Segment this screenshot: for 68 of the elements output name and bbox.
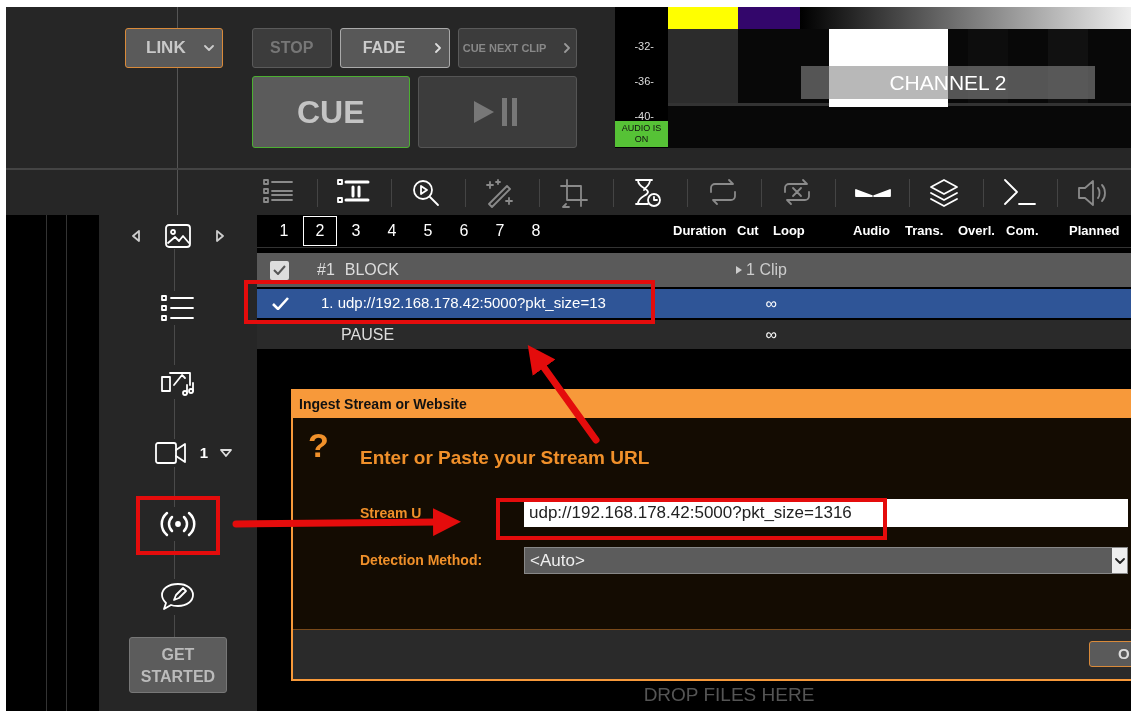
- block-row[interactable]: #1 BLOCK 1 Clip: [257, 253, 1131, 287]
- column-header: Planned: [1068, 222, 1121, 241]
- fade-button[interactable]: FADE: [339, 28, 450, 68]
- play-pause-button[interactable]: [417, 76, 577, 148]
- column-header: Overl.: [958, 222, 996, 241]
- playlist-row[interactable]: 1. udp://192.168.178.42:5000?pkt_size=13 ∞: [257, 289, 1131, 318]
- next-button[interactable]: [215, 230, 224, 242]
- chevron-right-icon: [434, 43, 441, 53]
- detection-method-select[interactable]: <Auto>: [524, 547, 1128, 574]
- column-header: Trans.: [905, 222, 945, 241]
- transition-icon: [854, 188, 891, 197]
- triangle-down-icon: [220, 449, 233, 457]
- question-mark: ?: [308, 428, 329, 462]
- chevron-down-icon: [204, 45, 214, 51]
- triangle-left-icon: [131, 230, 140, 242]
- playlist-button[interactable]: [159, 293, 196, 323]
- row-title: PAUSE: [341, 324, 395, 345]
- chevron-right-icon: [563, 43, 570, 53]
- chevron-down-icon: [1114, 557, 1125, 564]
- dialog-title: Ingest Stream or Website: [293, 391, 1131, 418]
- block-number: #1: [317, 260, 335, 280]
- column-header: Audio: [853, 222, 891, 241]
- row-title: BLOCK: [344, 260, 400, 280]
- duration: ∞: [765, 293, 777, 314]
- camera-button[interactable]: [153, 441, 188, 465]
- playlist-tab[interactable]: 2: [303, 216, 337, 246]
- duration: ∞: [765, 324, 777, 345]
- audio-status-badge: AUDIO IS ON: [615, 121, 668, 147]
- dialog-heading: Enter or Paste your Stream URL: [360, 446, 650, 470]
- playlist-tab[interactable]: 6: [447, 216, 481, 246]
- playlist-tab[interactable]: 5: [411, 216, 445, 246]
- meter-label: -32-: [634, 39, 654, 54]
- playlist-tab[interactable]: 1: [267, 216, 301, 246]
- column-header: Duration: [673, 222, 728, 241]
- dropdown-button[interactable]: [220, 449, 233, 457]
- field-label: Stream U: [360, 503, 423, 523]
- playlist-tab[interactable]: 7: [483, 216, 517, 246]
- playlist-tab[interactable]: 8: [519, 216, 553, 246]
- clip-title: 1. udp://192.168.178.42:5000?pkt_size=13: [321, 293, 606, 314]
- broadcast-icon: [158, 511, 197, 537]
- link-button[interactable]: LINK: [125, 28, 223, 68]
- column-header: Cut: [737, 222, 760, 241]
- expand-icon[interactable]: [736, 266, 743, 274]
- camera-icon: [153, 441, 188, 465]
- image-icon: [163, 223, 192, 249]
- playlist-row[interactable]: PAUSE ∞: [257, 320, 1131, 349]
- stream-button[interactable]: [158, 511, 197, 537]
- cue-button[interactable]: CUE: [251, 76, 410, 148]
- list-icon: [159, 293, 196, 323]
- meter-label: -40-: [634, 109, 654, 124]
- ok-button[interactable]: O: [1089, 641, 1131, 667]
- comment-button[interactable]: [159, 581, 196, 613]
- speech-bubble-pencil-icon: [159, 581, 196, 613]
- meter-label: -36-: [634, 74, 654, 89]
- duration: 1 Clip: [746, 260, 787, 280]
- camera-count: 1: [199, 442, 209, 463]
- column-header: Loop: [773, 222, 806, 241]
- checkbox[interactable]: [270, 260, 289, 280]
- picture-button[interactable]: [163, 223, 192, 249]
- drop-hint: DROP FILES HERE: [642, 682, 816, 707]
- playlist-tab[interactable]: 3: [339, 216, 373, 246]
- triangle-right-icon: [215, 230, 224, 242]
- column-header: Com.: [1006, 222, 1040, 241]
- playlist-tab[interactable]: 4: [375, 216, 409, 246]
- previous-button[interactable]: [131, 230, 140, 242]
- field-label: Detection Method:: [360, 551, 484, 570]
- stream-url-field[interactable]: udp://192.168.178.42:5000?pkt_size=1316: [524, 499, 1128, 527]
- terminal-icon: [1002, 177, 1039, 208]
